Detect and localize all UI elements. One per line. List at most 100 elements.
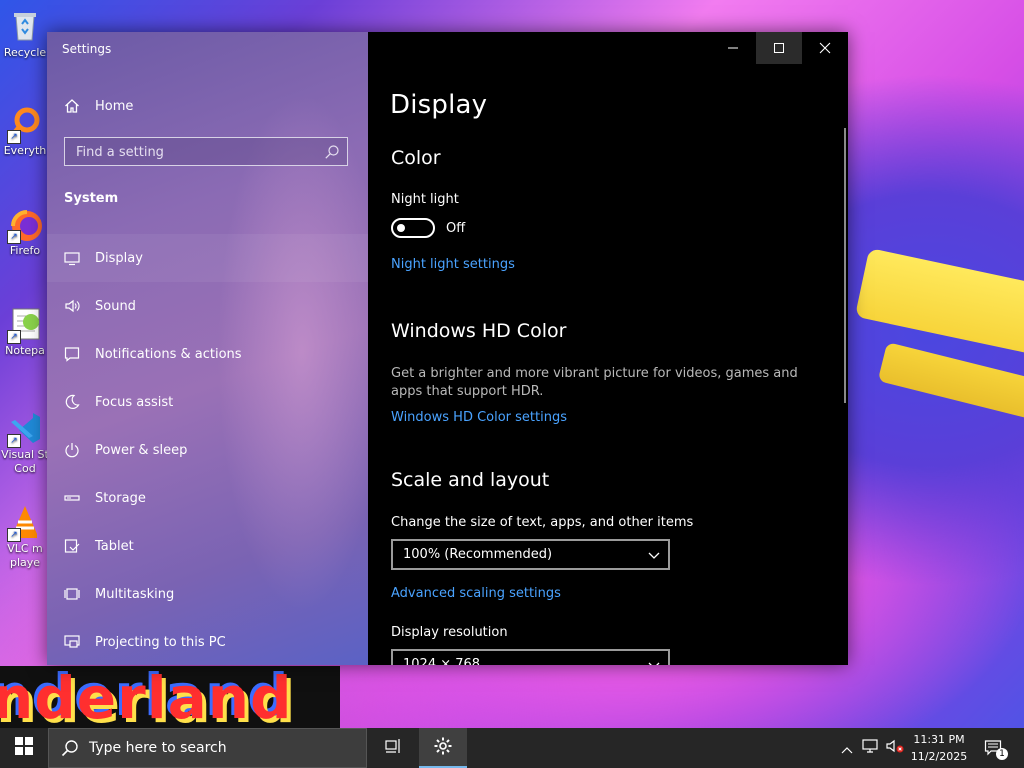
night-light-toggle[interactable] (391, 218, 435, 238)
sidebar-item-notifications[interactable]: Notifications & actions (47, 330, 368, 378)
desktop-icon-recycle-bin[interactable]: Recycle (0, 8, 50, 60)
wallpaper-yellow-band (854, 247, 1024, 359)
network-icon (862, 738, 880, 758)
scale-dropdown[interactable]: 100% (Recommended) (391, 539, 670, 570)
desktop-icon-label: VLC m playe (7, 542, 43, 569)
windows-logo-icon (15, 737, 33, 759)
night-light-label: Night light (391, 192, 459, 207)
sidebar-item-label: Focus assist (95, 394, 174, 410)
notepad-plus-plus-icon: ↗ (7, 306, 43, 344)
sidebar-item-label: Home (95, 98, 134, 114)
sidebar-item-projecting[interactable]: Projecting to this PC (47, 618, 368, 665)
desktop-icon-firefox[interactable]: ↗ Firefo (0, 206, 50, 258)
desktop-icon-label: Recycle (3, 46, 47, 59)
chevron-down-icon (648, 549, 660, 559)
task-view-icon (383, 738, 401, 758)
sidebar-item-label: Power & sleep (95, 442, 188, 458)
color-heading: Color (391, 147, 441, 169)
firefox-icon: ↗ (7, 206, 43, 244)
desktop-icon-everything[interactable]: ↗ Everyth (0, 106, 50, 158)
sidebar-nav-list: Display Sound Notifications & actions Fo… (47, 234, 368, 665)
network-button[interactable] (860, 728, 882, 768)
minimize-button[interactable] (710, 32, 756, 64)
search-input[interactable] (65, 138, 328, 167)
sidebar-item-tablet[interactable]: Tablet (47, 522, 368, 570)
chevron-up-icon (841, 739, 853, 758)
scale-dropdown-value: 100% (Recommended) (403, 547, 553, 562)
sidebar-item-label: Multitasking (95, 586, 175, 602)
desktop-icon-notepad-plus-plus[interactable]: ↗ Notepa (0, 306, 50, 358)
section-title: System (64, 191, 119, 206)
speaker-icon (64, 298, 80, 314)
scrollbar[interactable] (844, 128, 846, 403)
system-clock[interactable]: 11:31 PM 11/2/2025 (902, 731, 976, 765)
resolution-label: Display resolution (391, 625, 508, 640)
action-center-button[interactable]: 1 (980, 728, 1008, 768)
window-controls (710, 32, 848, 64)
taskbar-settings-app[interactable] (419, 728, 467, 768)
night-light-settings-link[interactable]: Night light settings (391, 257, 515, 272)
sidebar-item-sound[interactable]: Sound (47, 282, 368, 330)
page-title: Display (390, 90, 488, 120)
advanced-scaling-link[interactable]: Advanced scaling settings (391, 586, 561, 601)
sidebar-item-display[interactable]: Display (47, 234, 368, 282)
sidebar-item-label: Storage (95, 490, 146, 506)
maximize-button[interactable] (756, 32, 802, 64)
resolution-dropdown[interactable]: 1024 × 768 (391, 649, 670, 665)
close-button[interactable] (802, 32, 848, 64)
storage-icon (64, 490, 80, 506)
sidebar-item-home[interactable]: Home (64, 96, 133, 116)
gear-icon (433, 736, 453, 760)
desktop-icon-vlc[interactable]: ↗ VLC m playe (0, 504, 50, 570)
taskbar: Type here to search 11:31 PM 11/2/2025 1 (0, 728, 1024, 768)
desktop-icon-label: Firefo (9, 244, 41, 257)
hd-color-settings-link[interactable]: Windows HD Color settings (391, 410, 567, 425)
scale-size-label: Change the size of text, apps, and other… (391, 515, 694, 530)
search-icon (61, 739, 79, 761)
desktop-icon-vscode[interactable]: ↗ Visual St Cod (0, 410, 50, 476)
sidebar-item-power-sleep[interactable]: Power & sleep (47, 426, 368, 474)
wallpaper-yellow-band (877, 342, 1024, 422)
home-icon (64, 98, 80, 114)
monitor-icon (64, 250, 80, 266)
tray-overflow-button[interactable] (837, 728, 857, 768)
settings-window: Settings Home System Display Sound (47, 32, 848, 665)
taskbar-search-box[interactable]: Type here to search (48, 728, 367, 768)
sidebar-item-label: Sound (95, 298, 136, 314)
search-icon[interactable] (324, 144, 340, 160)
maximize-icon (773, 39, 785, 58)
notification-count-badge: 1 (996, 748, 1008, 760)
find-setting-search[interactable] (64, 137, 348, 167)
hdr-heading: Windows HD Color (391, 320, 567, 342)
minimize-icon (727, 39, 739, 58)
vlc-icon: ↗ (7, 504, 43, 542)
tablet-icon (64, 538, 80, 554)
multitasking-icon (64, 586, 80, 602)
desktop-icon-label: Visual St Cod (1, 448, 49, 475)
vscode-icon: ↗ (7, 410, 43, 448)
notification-icon (64, 346, 80, 362)
sidebar-item-multitasking[interactable]: Multitasking (47, 570, 368, 618)
display-settings-pane: Display Color Night light Off Night ligh… (368, 32, 848, 665)
sidebar-item-label: Tablet (95, 538, 134, 554)
notification-icon: 1 (984, 739, 1008, 760)
desktop-icon-label: Everyth (3, 144, 47, 157)
taskbar-search-placeholder: Type here to search (89, 740, 227, 756)
hdr-description: Get a brighter and more vibrant picture … (391, 366, 798, 399)
close-icon (819, 39, 831, 58)
start-button[interactable] (0, 728, 48, 768)
sidebar-item-label: Display (95, 250, 143, 266)
sidebar-item-label: Notifications & actions (95, 346, 242, 362)
recycle-bin-icon (7, 8, 43, 44)
clock-date: 11/2/2025 (910, 750, 968, 763)
scale-layout-heading: Scale and layout (391, 469, 550, 491)
sidebar-item-storage[interactable]: Storage (47, 474, 368, 522)
task-view-button[interactable] (368, 728, 416, 768)
night-light-state: Off (446, 221, 466, 236)
moon-icon (64, 394, 80, 410)
desktop-icon-label: Notepa (5, 344, 45, 357)
power-icon (64, 442, 80, 458)
chevron-down-icon (648, 659, 660, 665)
sidebar-item-focus-assist[interactable]: Focus assist (47, 378, 368, 426)
resolution-dropdown-value: 1024 × 768 (403, 657, 481, 665)
